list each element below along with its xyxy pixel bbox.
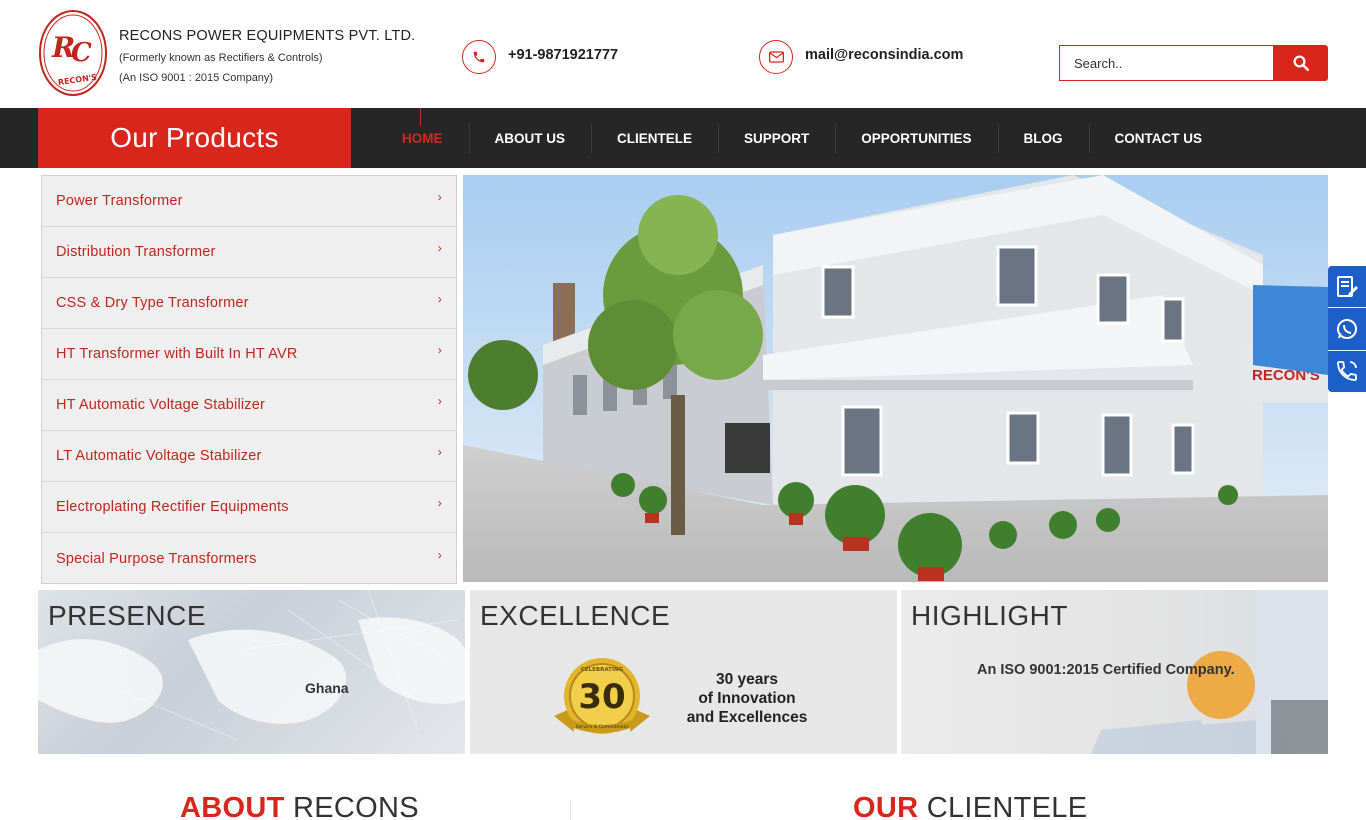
product-item-ht-stabilizer[interactable]: HT Automatic Voltage Stabilizer ›	[42, 380, 456, 431]
about-heading-dark: RECONS	[292, 792, 419, 820]
excellence-text: 30 years of Innovation and Excellences	[682, 670, 812, 727]
company-name: RECONS POWER EQUIPMENTS PVT. LTD.	[119, 28, 416, 44]
product-label: LT Automatic Voltage Stabilizer	[56, 448, 262, 464]
product-item-distribution-transformer[interactable]: Distribution Transformer ›	[42, 227, 456, 278]
site-header: R C RECON'S RECONS POWER EQUIPMENTS PVT.…	[0, 0, 1366, 108]
floating-contact-widget	[1328, 266, 1366, 392]
nav-clientele[interactable]: CLIENTELE	[591, 108, 718, 168]
excellence-line-1: 30 years	[715, 671, 779, 688]
highlight-card[interactable]: HIGHLIGHT An ISO 9001:2015 Certified Com…	[901, 590, 1328, 754]
our-products-tab[interactable]: Our Products	[38, 108, 351, 168]
email-address[interactable]: mail@reconsindia.com	[805, 47, 963, 63]
product-item-electroplating-rectifier[interactable]: Electroplating Rectifier Equipments ›	[42, 482, 456, 533]
product-label: Electroplating Rectifier Equipments	[56, 499, 289, 515]
mail-icon[interactable]	[759, 40, 793, 74]
presence-title: PRESENCE	[48, 600, 207, 631]
product-label: Power Transformer	[56, 193, 183, 209]
phone-number[interactable]: +91-9871921777	[508, 47, 618, 63]
product-label: Distribution Transformer	[56, 244, 216, 260]
company-logo[interactable]: R C RECON'S	[38, 9, 108, 97]
excellence-line-3: and Excellences	[686, 709, 808, 726]
phone-icon[interactable]	[462, 40, 496, 74]
presence-location: Ghana	[305, 680, 349, 696]
chevron-right-icon: ›	[437, 547, 442, 562]
chevron-right-icon: ›	[437, 445, 442, 459]
about-recons-heading: ABOUT RECONS	[180, 792, 419, 820]
clientele-heading-dark: CLIENTELE	[926, 792, 1088, 820]
highlight-text: An ISO 9001:2015 Certified Company.	[977, 662, 1235, 678]
nav-opportunities[interactable]: OPPORTUNITIES	[835, 108, 997, 168]
svg-text:C: C	[71, 38, 92, 68]
search-input[interactable]	[1059, 45, 1273, 81]
nav-support[interactable]: SUPPORT	[718, 108, 835, 168]
chevron-right-icon: ›	[437, 241, 442, 255]
excellence-title: EXCELLENCE	[480, 600, 671, 631]
product-label: HT Automatic Voltage Stabilizer	[56, 397, 266, 413]
chevron-right-icon: ›	[437, 292, 442, 306]
product-item-lt-stabilizer[interactable]: LT Automatic Voltage Stabilizer ›	[42, 431, 456, 482]
whatsapp-icon[interactable]	[1328, 308, 1366, 351]
product-item-ht-transformer-avr[interactable]: HT Transformer with Built In HT AVR ›	[42, 329, 456, 380]
product-item-special-purpose[interactable]: Special Purpose Transformers ›	[42, 533, 456, 584]
our-clientele-heading: OUR CLIENTELE	[853, 792, 1087, 820]
chevron-right-icon: ›	[437, 496, 442, 510]
search-icon	[1293, 55, 1309, 72]
search-button[interactable]	[1273, 45, 1328, 81]
anniversary-badge: CELEBRATING 30 Service & Commitment	[554, 658, 650, 734]
chevron-right-icon: ›	[437, 190, 442, 204]
highlight-title: HIGHLIGHT	[911, 600, 1068, 631]
main-nav: HOME ABOUT US CLIENTELE SUPPORT OPPORTUN…	[376, 108, 1228, 168]
hero-building-image: RECON'S	[463, 175, 1328, 582]
badge-number: 30	[578, 677, 625, 717]
company-former-name: (Formerly known as Rectifiers & Controls…	[119, 52, 323, 64]
chevron-right-icon: ›	[437, 394, 442, 408]
product-label: CSS & Dry Type Transformer	[56, 295, 249, 311]
product-label: Special Purpose Transformers	[56, 550, 257, 567]
search-box	[1059, 45, 1328, 81]
nav-about-us[interactable]: ABOUT US	[468, 108, 592, 168]
product-item-css-dry-type[interactable]: CSS & Dry Type Transformer ›	[42, 278, 456, 329]
clientele-heading-red: OUR	[853, 792, 919, 820]
nav-home[interactable]: HOME	[376, 108, 469, 168]
chevron-right-icon: ›	[437, 343, 442, 357]
section-divider	[570, 800, 571, 820]
company-iso: (An ISO 9001 : 2015 Company)	[119, 72, 274, 84]
about-heading-red: ABOUT	[180, 792, 285, 820]
main-navbar: Our Products HOME ABOUT US CLIENTELE SUP…	[0, 108, 1366, 168]
nav-blog[interactable]: BLOG	[997, 108, 1089, 168]
badge-top-text: CELEBRATING	[581, 667, 624, 673]
call-icon[interactable]	[1328, 351, 1366, 392]
product-item-power-transformer[interactable]: Power Transformer ›	[42, 176, 456, 227]
enquiry-icon[interactable]	[1328, 266, 1366, 309]
badge-bottom-text: Service & Commitment	[576, 724, 629, 730]
product-list: Power Transformer › Distribution Transfor…	[41, 175, 457, 584]
product-label: HT Transformer with Built In HT AVR	[56, 346, 298, 362]
nav-contact-us[interactable]: CONTACT US	[1088, 108, 1229, 168]
presence-card[interactable]: PRESENCE Ghana	[38, 590, 465, 754]
excellence-card[interactable]: EXCELLENCE CELEBRATING 30 Service & Comm…	[470, 590, 897, 754]
excellence-line-2: of Innovation	[698, 690, 796, 707]
